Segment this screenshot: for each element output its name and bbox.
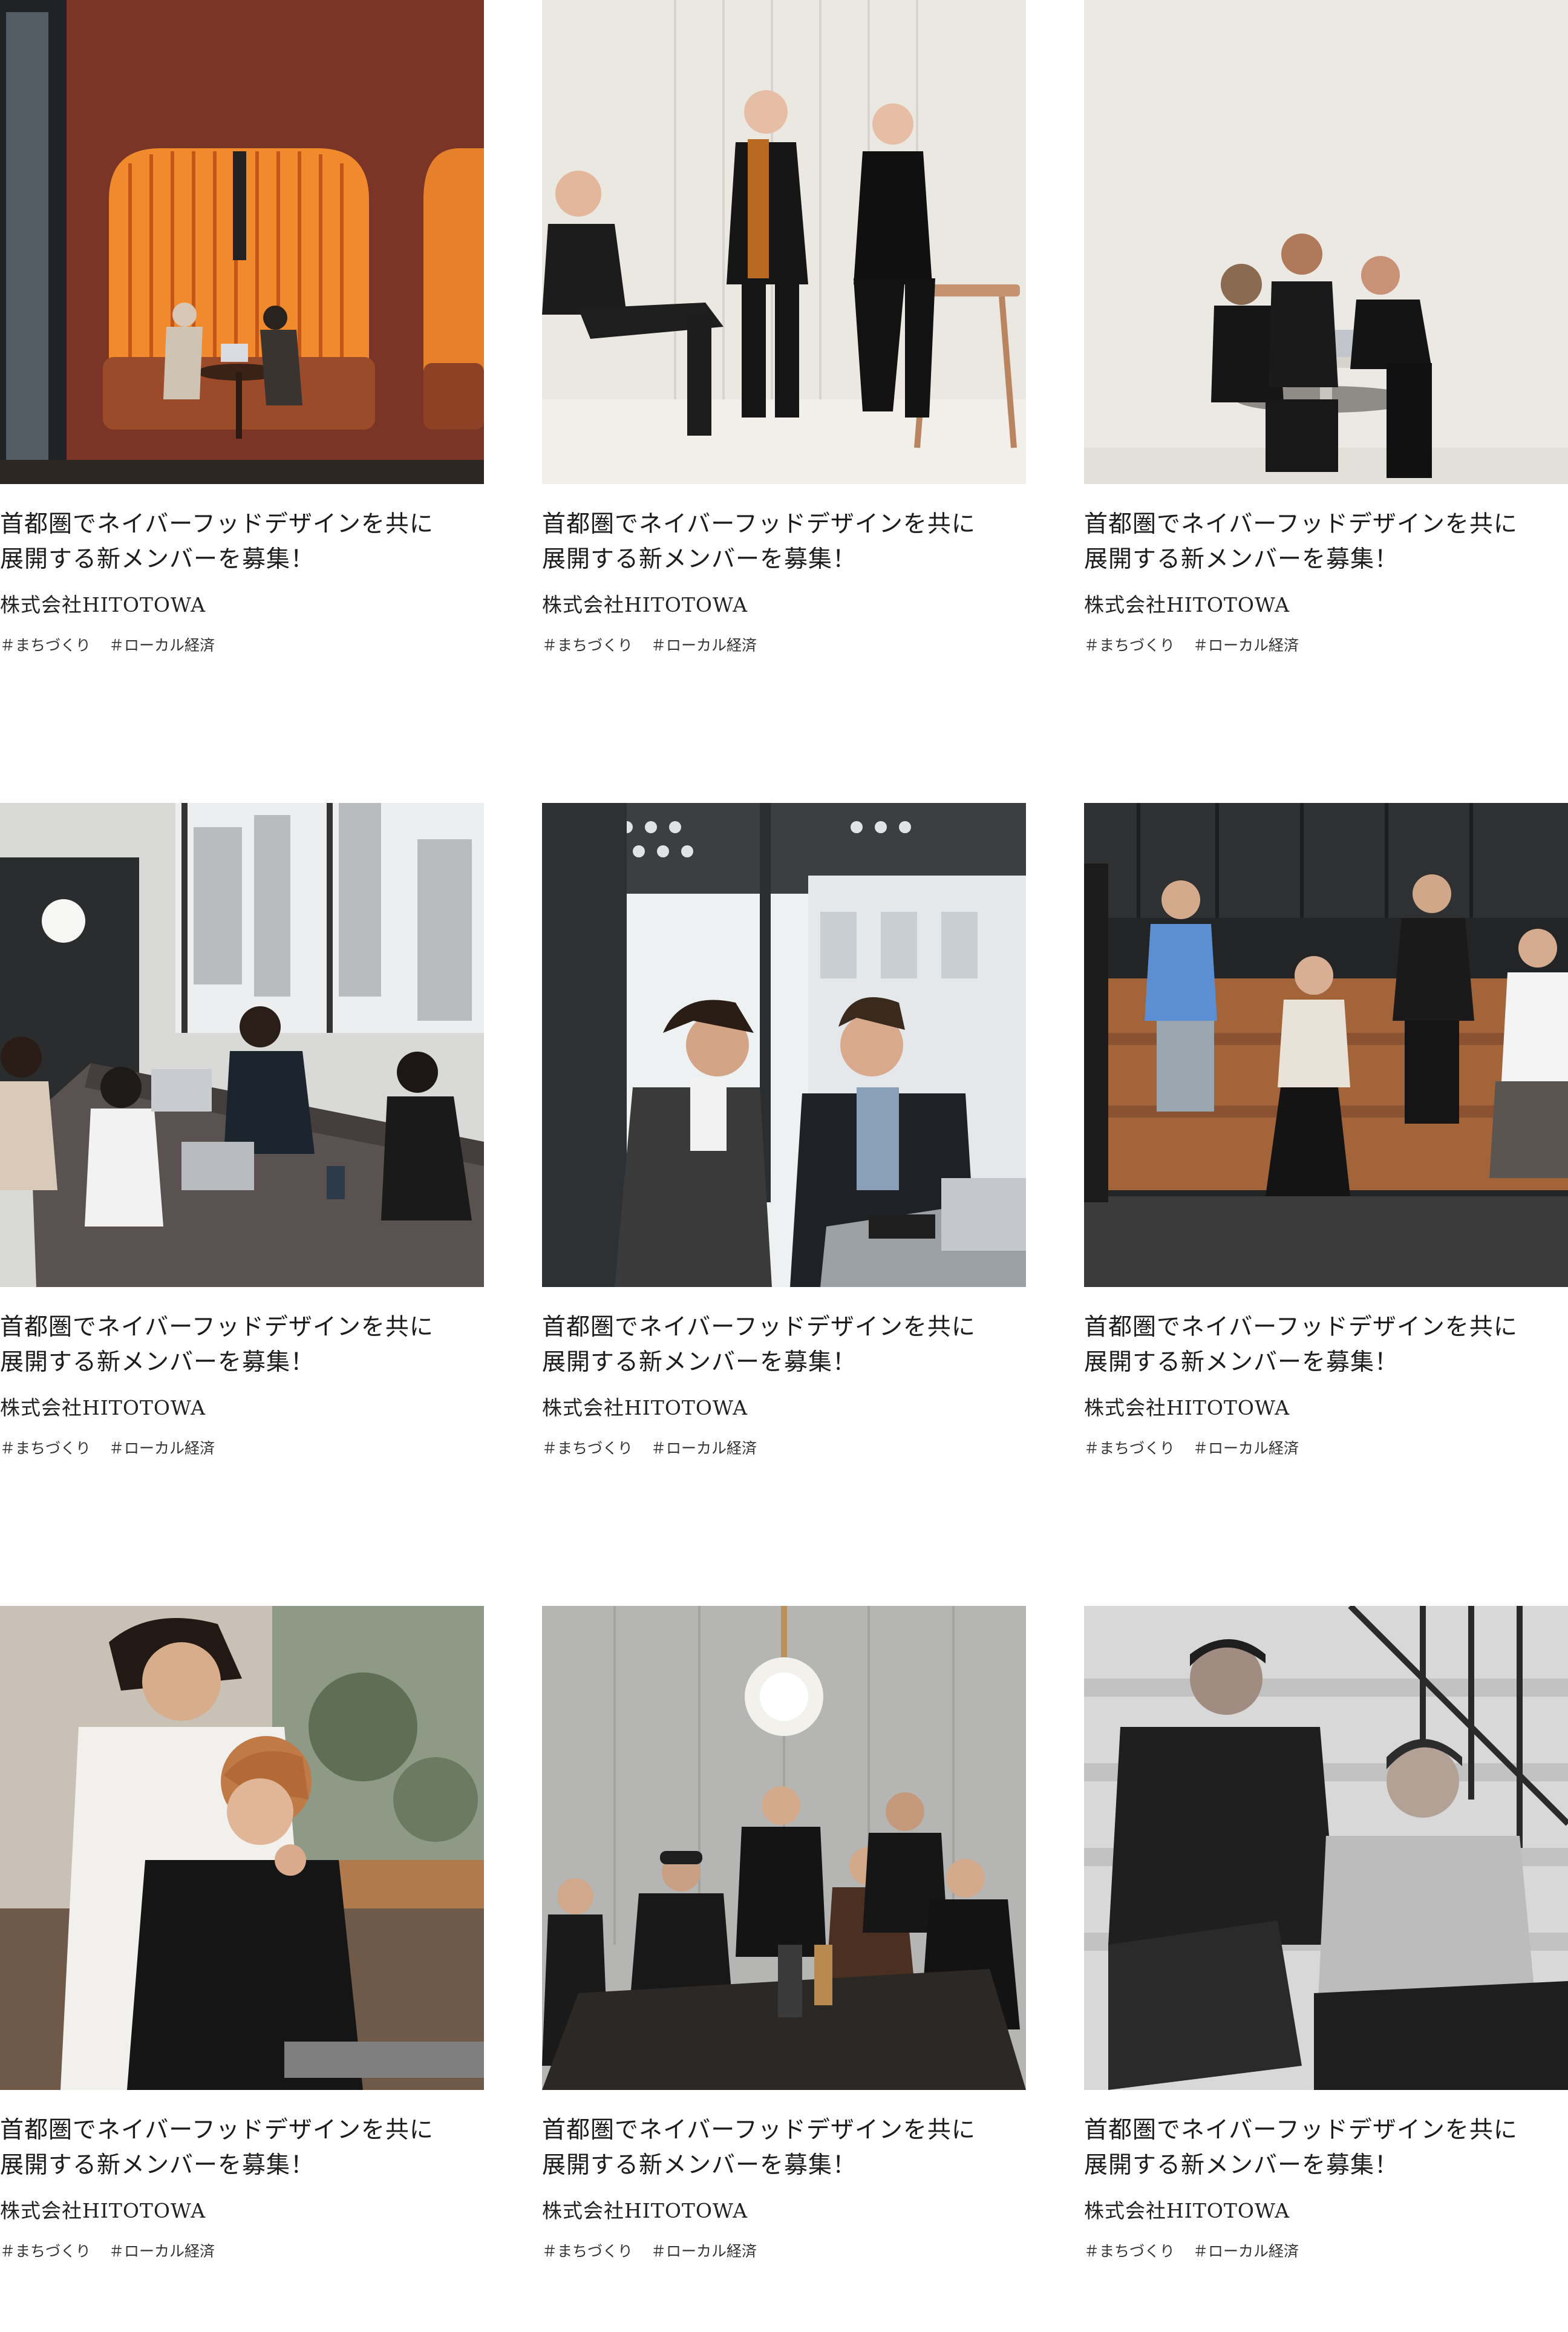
photo-two-men-on-stairs-bw xyxy=(1084,1606,1568,2090)
job-card[interactable]: 首都圏でネイバーフッドデザインを共に 展開する新メンバーを募集！ 株式会社HIT… xyxy=(0,0,484,726)
job-card[interactable]: 首都圏でネイバーフッドデザインを共に 展開する新メンバーを募集！ 株式会社HIT… xyxy=(0,803,484,1529)
tag-link[interactable]: ＃ローカル経済 xyxy=(651,634,757,658)
job-card-photo[interactable] xyxy=(542,0,1026,484)
job-title[interactable]: 首都圏でネイバーフッドデザインを共に 展開する新メンバーを募集！ xyxy=(542,2113,1026,2183)
company-name[interactable]: 株式会社HITOTOWA xyxy=(542,2198,1026,2224)
job-title[interactable]: 首都圏でネイバーフッドデザインを共に 展開する新メンバーを募集！ xyxy=(542,1310,1026,1380)
job-title[interactable]: 首都圏でネイバーフッドデザインを共に 展開する新メンバーを募集！ xyxy=(1084,507,1568,577)
tag-link[interactable]: ＃ローカル経済 xyxy=(109,2240,215,2264)
tag-link[interactable]: ＃まちづくり xyxy=(1084,1437,1175,1461)
tag-link[interactable]: ＃まちづくり xyxy=(542,2240,633,2264)
company-name[interactable]: 株式会社HITOTOWA xyxy=(0,2198,484,2224)
company-name[interactable]: 株式会社HITOTOWA xyxy=(1084,2198,1568,2224)
tag-link[interactable]: ＃ローカル経済 xyxy=(109,634,215,658)
job-title[interactable]: 首都圏でネイバーフッドデザインを共に 展開する新メンバーを募集！ xyxy=(1084,1310,1568,1380)
company-name[interactable]: 株式会社HITOTOWA xyxy=(1084,1395,1568,1421)
job-card-photo[interactable] xyxy=(1084,803,1568,1287)
job-card[interactable]: 首都圏でネイバーフッドデザインを共に 展開する新メンバーを募集！ 株式会社HIT… xyxy=(542,1606,1026,2332)
tag-list: ＃まちづくり ＃ローカル経済 xyxy=(0,1437,484,1461)
tag-list: ＃まちづくり ＃ローカル経済 xyxy=(0,2240,484,2264)
tag-link[interactable]: ＃ローカル経済 xyxy=(1193,1437,1299,1461)
tag-link[interactable]: ＃まちづくり xyxy=(0,634,91,658)
job-card[interactable]: 首都圏でネイバーフッドデザインを共に 展開する新メンバーを募集！ 株式会社HIT… xyxy=(1084,803,1568,1529)
tag-link[interactable]: ＃ローカル経済 xyxy=(1193,2240,1299,2264)
job-card-photo[interactable] xyxy=(542,803,1026,1287)
company-name[interactable]: 株式会社HITOTOWA xyxy=(542,592,1026,618)
photo-team-at-standing-table xyxy=(1084,0,1568,484)
photo-group-on-wooden-steps xyxy=(1084,803,1568,1287)
company-name[interactable]: 株式会社HITOTOWA xyxy=(1084,592,1568,618)
tag-link[interactable]: ＃ローカル経済 xyxy=(109,1437,215,1461)
job-title[interactable]: 首都圏でネイバーフッドデザインを共に 展開する新メンバーを募集！ xyxy=(0,1310,484,1380)
photo-office-meeting-laptops xyxy=(0,803,484,1287)
tag-list: ＃まちづくり ＃ローカル経済 xyxy=(1084,2240,1568,2264)
tag-list: ＃まちづくり ＃ローカル経済 xyxy=(1084,1437,1568,1461)
job-card[interactable]: 首都圏でネイバーフッドデザインを共に 展開する新メンバーを募集！ 株式会社HIT… xyxy=(0,1606,484,2332)
job-card-grid: 首都圏でネイバーフッドデザインを共に 展開する新メンバーを募集！ 株式会社HIT… xyxy=(0,0,1568,2265)
tag-list: ＃まちづくり ＃ローカル経済 xyxy=(542,1437,1026,1461)
job-title[interactable]: 首都圏でネイバーフッドデザインを共に 展開する新メンバーを募集！ xyxy=(542,507,1026,577)
job-title[interactable]: 首都圏でネイバーフッドデザインを共に 展開する新メンバーを募集！ xyxy=(0,507,484,577)
job-card-photo[interactable] xyxy=(542,1606,1026,2090)
job-title[interactable]: 首都圏でネイバーフッドデザインを共に 展開する新メンバーを募集！ xyxy=(1084,2113,1568,2183)
company-name[interactable]: 株式会社HITOTOWA xyxy=(542,1395,1026,1421)
tag-link[interactable]: ＃まちづくり xyxy=(542,634,633,658)
photo-two-men-reviewing-notes xyxy=(542,803,1026,1287)
job-card-photo[interactable] xyxy=(0,803,484,1287)
tag-link[interactable]: ＃まちづくり xyxy=(542,1437,633,1461)
tag-link[interactable]: ＃まちづくり xyxy=(0,1437,91,1461)
tag-list: ＃まちづくり ＃ローカル経済 xyxy=(542,2240,1026,2264)
job-card[interactable]: 首都圏でネイバーフッドデザインを共に 展開する新メンバーを募集！ 株式会社HIT… xyxy=(542,803,1026,1529)
tag-link[interactable]: ＃まちづくり xyxy=(0,2240,91,2264)
job-card-photo[interactable] xyxy=(0,1606,484,2090)
tag-list: ＃まちづくり ＃ローカル経済 xyxy=(1084,634,1568,658)
photo-team-around-table xyxy=(542,1606,1026,2090)
tag-link[interactable]: ＃まちづくり xyxy=(1084,634,1175,658)
company-name[interactable]: 株式会社HITOTOWA xyxy=(0,1395,484,1421)
tag-link[interactable]: ＃ローカル経済 xyxy=(651,2240,757,2264)
photo-orange-booth-meeting xyxy=(0,0,484,484)
job-title[interactable]: 首都圏でネイバーフッドデザインを共に 展開する新メンバーを募集！ xyxy=(0,2113,484,2183)
company-name[interactable]: 株式会社HITOTOWA xyxy=(0,592,484,618)
tag-link[interactable]: ＃ローカル経済 xyxy=(651,1437,757,1461)
photo-three-men-white-room xyxy=(542,0,1026,484)
job-card[interactable]: 首都圏でネイバーフッドデザインを共に 展開する新メンバーを募集！ 株式会社HIT… xyxy=(1084,1606,1568,2332)
tag-link[interactable]: ＃まちづくり xyxy=(1084,2240,1175,2264)
job-card-photo[interactable] xyxy=(0,0,484,484)
tag-list: ＃まちづくり ＃ローカル経済 xyxy=(542,634,1026,658)
tag-list: ＃まちづくり ＃ローカル経済 xyxy=(0,634,484,658)
tag-link[interactable]: ＃ローカル経済 xyxy=(1193,634,1299,658)
job-card-photo[interactable] xyxy=(1084,0,1568,484)
photo-mentor-with-colleague xyxy=(0,1606,484,2090)
job-card-photo[interactable] xyxy=(1084,1606,1568,2090)
job-card[interactable]: 首都圏でネイバーフッドデザインを共に 展開する新メンバーを募集！ 株式会社HIT… xyxy=(1084,0,1568,726)
job-card[interactable]: 首都圏でネイバーフッドデザインを共に 展開する新メンバーを募集！ 株式会社HIT… xyxy=(542,0,1026,726)
